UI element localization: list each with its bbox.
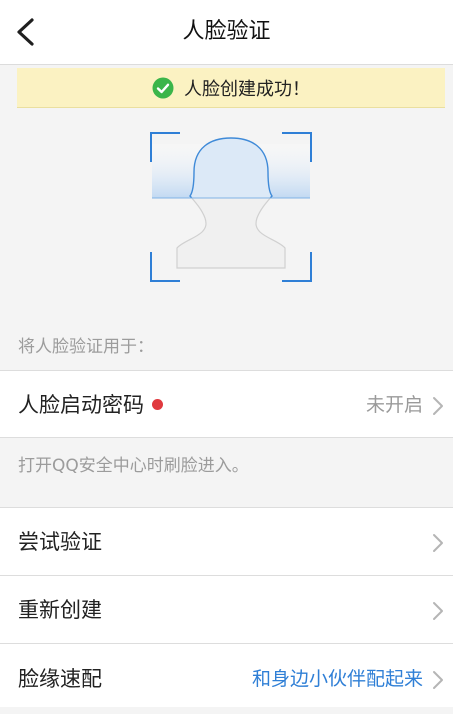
success-banner: 人脸创建成功！: [17, 68, 445, 108]
face-password-status: 未开启: [365, 394, 423, 416]
chevron-right-icon: [433, 671, 443, 689]
section-label: 将人脸验证用于：: [18, 337, 154, 357]
chevron-right-icon: [433, 534, 443, 552]
try-verify-label: 尝试验证: [18, 530, 102, 554]
face-match-label: 脸缘速配: [18, 667, 102, 691]
success-message: 人脸创建成功！: [184, 78, 310, 100]
face-password-hint: 打开QQ安全中心时刷脸进入。: [18, 456, 249, 476]
face-match-link[interactable]: 和身边小伙伴配起来: [252, 644, 423, 714]
recreate-label: 重新创建: [18, 598, 102, 622]
face-password-label: 人脸启动密码: [18, 371, 163, 439]
chevron-right-icon: [433, 602, 443, 620]
face-match-row[interactable]: 脸缘速配 和身边小伙伴配起来: [0, 643, 453, 707]
red-dot-badge: [152, 398, 163, 410]
face-password-row[interactable]: 人脸启动密码 未开启: [0, 370, 453, 438]
navigation-bar: 人脸验证: [0, 0, 453, 65]
try-verify-row[interactable]: 尝试验证: [0, 507, 453, 575]
check-circle-icon: [152, 77, 174, 98]
page-title: 人脸验证: [182, 19, 271, 44]
chevron-right-icon: [433, 397, 443, 415]
recreate-row[interactable]: 重新创建: [0, 575, 453, 643]
face-silhouette-icon: [150, 132, 312, 282]
